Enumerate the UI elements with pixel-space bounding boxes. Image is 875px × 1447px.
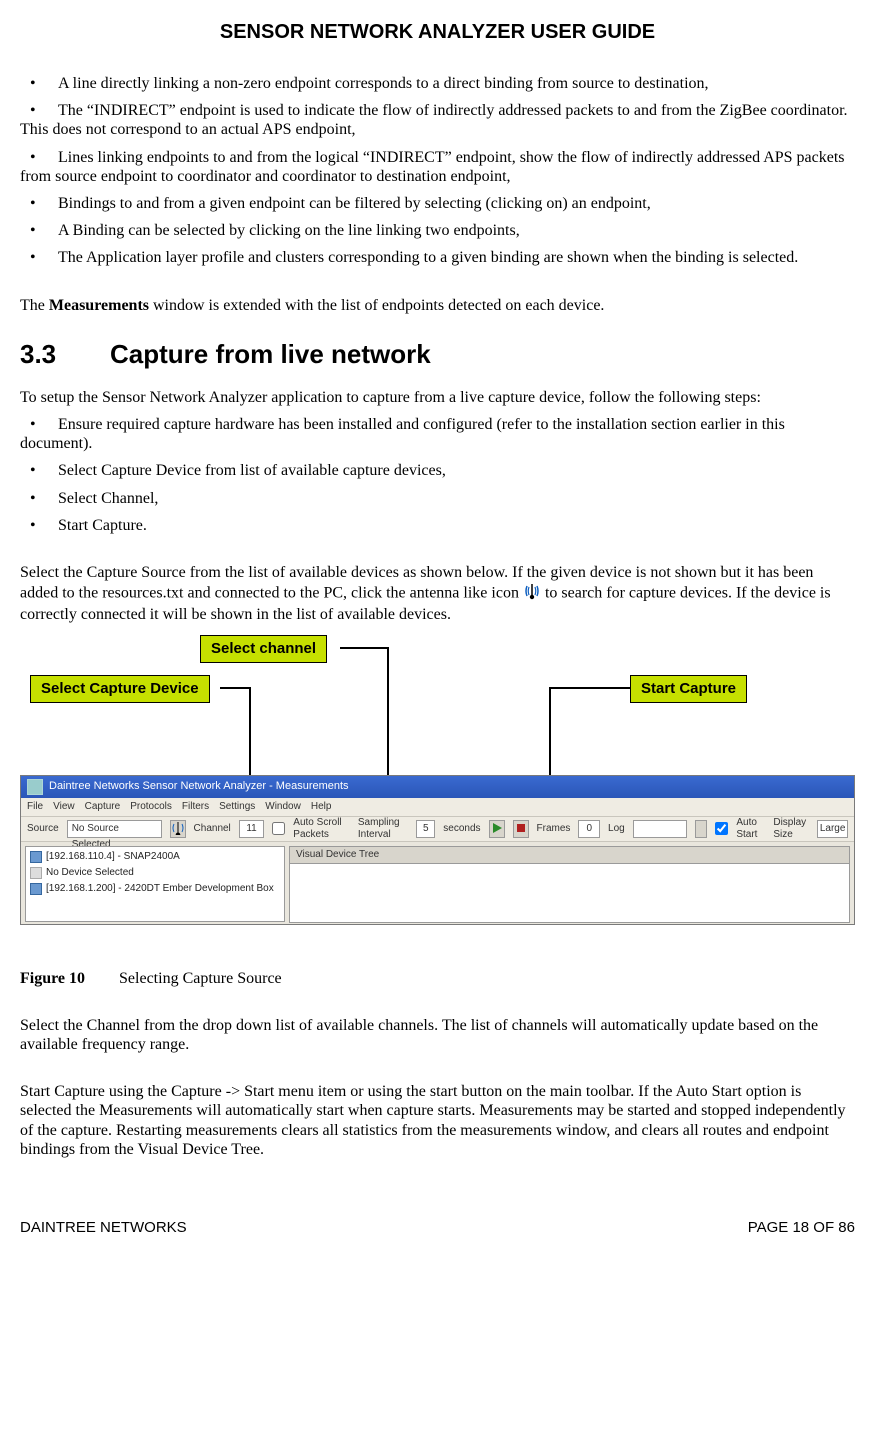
list-item[interactable]: [192.168.110.4] - SNAP2400A [30,849,280,865]
start-paragraph: Start Capture using the Capture -> Start… [20,1082,855,1159]
bullet-item: •Start Capture. [20,516,855,535]
select-source-paragraph: Select the Capture Source from the list … [20,563,855,625]
capture-device-list[interactable]: [192.168.110.4] - SNAP2400A No Device Se… [25,846,285,922]
menu-bar: File View Capture Protocols Filters Sett… [21,798,854,817]
autostart-label: Auto Start [736,817,765,841]
sampling-label: Sampling Interval [358,817,408,841]
bullet-item: •Ensure required capture hardware has be… [20,415,855,453]
bullet-text: Select Channel, [58,490,158,507]
page-header: SENSOR NETWORK ANALYZER USER GUIDE [20,20,855,44]
stop-capture-button[interactable] [513,820,529,838]
section-title: Capture from live network [110,339,431,369]
autostart-checkbox[interactable] [715,822,728,835]
text: window is extended with the list of endp… [149,297,604,314]
section-heading: 3.3Capture from live network [20,339,855,370]
frames-field: 0 [578,820,600,838]
menu-settings[interactable]: Settings [219,801,255,813]
channel-paragraph: Select the Channel from the drop down li… [20,1016,855,1054]
visual-device-tree-body[interactable] [289,864,850,923]
section-number: 3.3 [20,339,110,370]
channel-label: Channel [194,823,231,835]
app-icon [27,779,43,795]
callout-select-channel: Select channel [200,635,327,663]
search-devices-button[interactable] [170,820,186,838]
footer-left: DAINTREE NETWORKS [20,1219,187,1237]
device-label: [192.168.110.4] - SNAP2400A [46,851,180,863]
list-item[interactable]: No Device Selected [30,865,280,881]
figure-text: Selecting Capture Source [119,970,282,987]
bullet-item: •The Application layer profile and clust… [20,248,855,267]
menu-protocols[interactable]: Protocols [130,801,172,813]
measurements-bold: Measurements [49,297,149,314]
window-titlebar[interactable]: Daintree Networks Sensor Network Analyze… [21,776,854,798]
display-size-dropdown[interactable]: Large [817,820,848,838]
device-icon [30,867,42,879]
callout-select-device: Select Capture Device [30,675,210,703]
window-title: Daintree Networks Sensor Network Analyze… [49,780,349,793]
bullet-text: Lines linking endpoints to and from the … [20,149,845,185]
right-pane: Visual Device Tree [289,846,850,922]
bullet-item: •A Binding can be selected by clicking o… [20,221,855,240]
bullet-item: •Select Capture Device from list of avai… [20,461,855,480]
main-toolbar: Source No Source Selected Channel 11 Aut… [21,817,854,842]
bullet-text: A Binding can be selected by clicking on… [58,222,520,239]
source-label: Source [27,823,59,835]
sampling-unit: seconds [443,823,480,835]
bullet-text: The Application layer profile and cluste… [58,249,798,266]
bullet-text: Select Capture Device from list of avail… [58,462,446,479]
bullet-text: Bindings to and from a given endpoint ca… [58,195,651,212]
log-label: Log [608,823,625,835]
setup-paragraph: To setup the Sensor Network Analyzer app… [20,388,855,407]
bullet-item: •The “INDIRECT” endpoint is used to indi… [20,101,855,139]
log-field[interactable] [633,820,687,838]
bullet-item: •Select Channel, [20,489,855,508]
callout-start-capture: Start Capture [630,675,747,703]
visual-device-tree-header: Visual Device Tree [289,846,850,864]
autoscroll-checkbox[interactable] [272,822,285,835]
footer-right: PAGE 18 OF 86 [748,1219,855,1237]
figure-caption: Figure 10 Selecting Capture Source [20,969,855,988]
display-size-label: Display Size [773,817,809,841]
menu-filters[interactable]: Filters [182,801,209,813]
list-item[interactable]: [192.168.1.200] - 2420DT Ember Developme… [30,881,280,897]
bullet-text: A line directly linking a non-zero endpo… [58,75,709,92]
device-label: No Device Selected [46,867,134,879]
bullet-item: •A line directly linking a non-zero endp… [20,74,855,93]
measurements-paragraph: The Measurements window is extended with… [20,296,855,315]
bullet-item: •Lines linking endpoints to and from the… [20,148,855,186]
bullet-text: Start Capture. [58,517,147,534]
device-icon [30,883,42,895]
figure-label: Figure 10 [20,970,85,987]
menu-help[interactable]: Help [311,801,332,813]
page-footer: DAINTREE NETWORKS PAGE 18 OF 86 [20,1219,855,1237]
figure-area: Select channel Select Capture Device Sta… [20,635,855,965]
device-icon [30,851,42,863]
start-capture-button[interactable] [489,820,505,838]
bullet-item: •Bindings to and from a given endpoint c… [20,194,855,213]
frames-label: Frames [537,823,571,835]
app-window: Daintree Networks Sensor Network Analyze… [20,775,855,925]
log-browse-button[interactable] [695,820,707,838]
sampling-field[interactable]: 5 [416,820,435,838]
bullet-text: Ensure required capture hardware has bee… [20,416,785,452]
menu-capture[interactable]: Capture [85,801,121,813]
autoscroll-label: Auto Scroll Packets [293,817,350,841]
channel-dropdown[interactable]: 11 [239,820,265,838]
bullet-text: The “INDIRECT” endpoint is used to indic… [20,102,848,138]
menu-view[interactable]: View [53,801,75,813]
menu-window[interactable]: Window [265,801,301,813]
text: The [20,297,49,314]
menu-file[interactable]: File [27,801,43,813]
source-dropdown[interactable]: No Source Selected [67,820,162,838]
antenna-icon [523,582,541,605]
device-label: [192.168.1.200] - 2420DT Ember Developme… [46,883,274,895]
